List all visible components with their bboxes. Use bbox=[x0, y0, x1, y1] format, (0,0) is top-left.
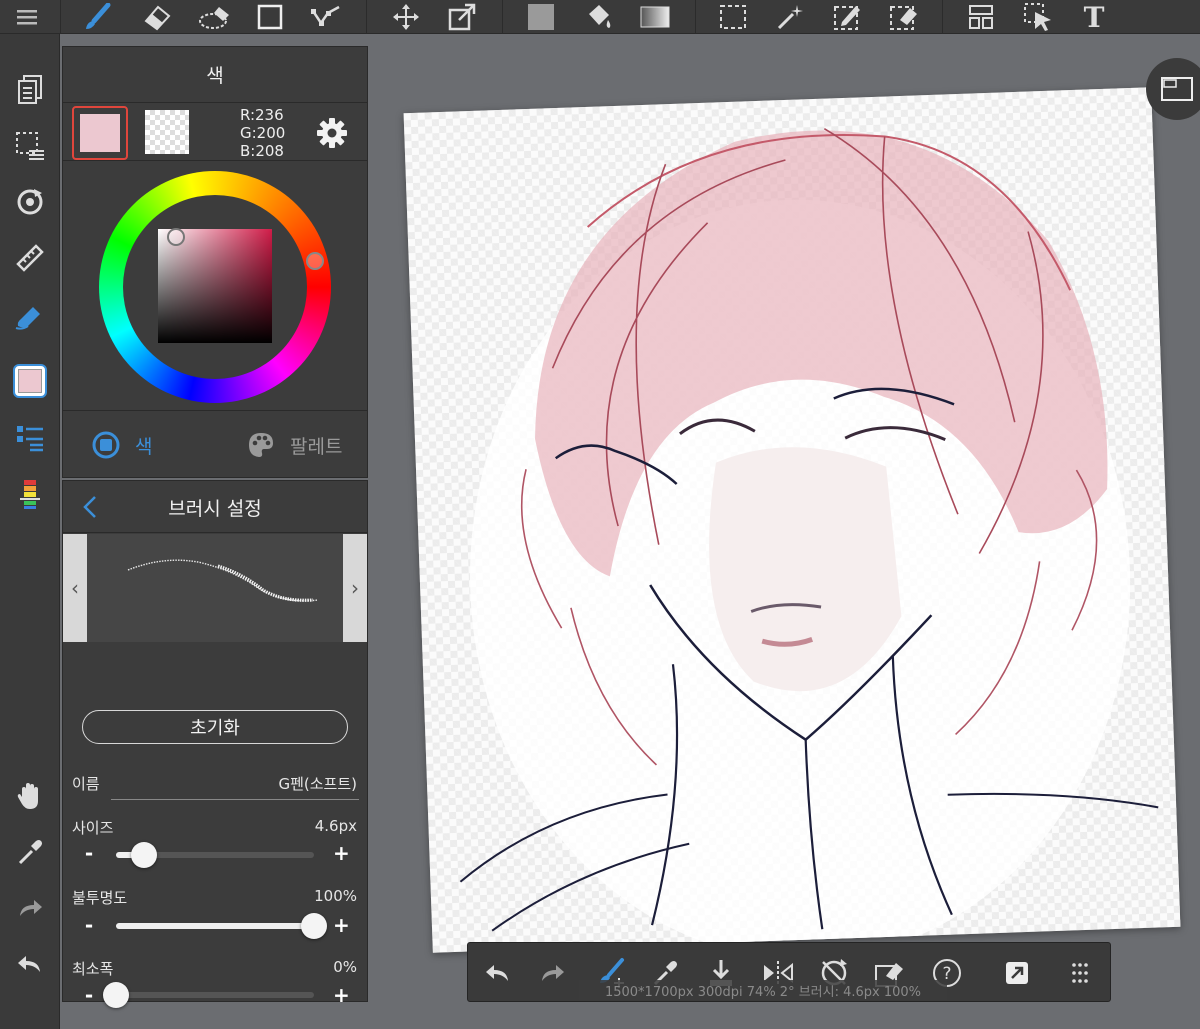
hue-marker[interactable] bbox=[306, 252, 324, 270]
name-label: 이름 bbox=[72, 775, 100, 793]
select-eraser-icon[interactable] bbox=[886, 2, 920, 32]
undo-icon[interactable] bbox=[478, 953, 518, 993]
opacity-minus-button[interactable]: - bbox=[81, 913, 97, 937]
gear-icon[interactable] bbox=[315, 116, 349, 150]
min-width-slider[interactable] bbox=[103, 982, 314, 1008]
opacity-plus-button[interactable]: + bbox=[333, 913, 350, 937]
opacity-slider-knob[interactable] bbox=[301, 913, 327, 939]
reset-button[interactable]: 초기화 bbox=[82, 710, 348, 744]
size-minus-button[interactable]: - bbox=[81, 841, 97, 865]
hand-icon[interactable] bbox=[10, 776, 50, 816]
min-width-slider-knob[interactable] bbox=[103, 982, 129, 1008]
select-move-icon[interactable] bbox=[1021, 2, 1055, 32]
brush-settings-icon[interactable] bbox=[10, 296, 50, 336]
opacity-label: 불투명도 bbox=[72, 889, 128, 907]
rgb-g: G:200 bbox=[240, 124, 286, 142]
rgb-readout: R:236 G:200 B:208 bbox=[240, 106, 285, 160]
drawing-canvas[interactable] bbox=[403, 87, 1181, 953]
saturation-value-square[interactable] bbox=[158, 229, 272, 343]
fill-rect-icon[interactable] bbox=[524, 2, 558, 32]
prev-brush-icon[interactable]: ‹ bbox=[63, 534, 87, 642]
redo-icon[interactable] bbox=[10, 888, 50, 928]
eraser-icon[interactable] bbox=[140, 2, 174, 32]
selection-menu-icon[interactable] bbox=[10, 126, 50, 166]
magic-wand-icon[interactable] bbox=[773, 2, 807, 32]
select-pen-icon[interactable] bbox=[830, 2, 864, 32]
opacity-slider-fill bbox=[116, 923, 314, 929]
transform-icon[interactable] bbox=[445, 2, 479, 32]
sv-marker[interactable] bbox=[167, 228, 185, 246]
panel-icon[interactable] bbox=[964, 2, 998, 32]
color-swatch-icon[interactable] bbox=[10, 361, 50, 401]
size-slider[interactable] bbox=[116, 842, 314, 868]
bucket-icon[interactable] bbox=[581, 2, 615, 32]
rgb-b: B:208 bbox=[240, 142, 284, 160]
layer-list-icon[interactable] bbox=[10, 418, 50, 458]
tab-color-label: 색 bbox=[135, 435, 153, 458]
rectangle-icon[interactable] bbox=[253, 2, 287, 32]
opacity-slider[interactable] bbox=[116, 913, 327, 939]
min-width-value: 0% bbox=[333, 958, 357, 976]
size-value: 4.6px bbox=[314, 817, 357, 835]
tab-palette-label: 팔레트 bbox=[290, 435, 343, 458]
min-width-minus-button[interactable]: - bbox=[81, 983, 97, 1007]
color-panel-title: 색 bbox=[63, 47, 367, 103]
polyline-icon[interactable] bbox=[309, 2, 343, 32]
ruler-icon[interactable] bbox=[10, 238, 50, 278]
size-slider-knob[interactable] bbox=[130, 842, 157, 868]
eyedropper-icon[interactable] bbox=[10, 832, 50, 872]
left-rail bbox=[0, 34, 60, 1029]
brush-stroke-preview: ‹ › bbox=[63, 534, 367, 642]
blur-icon[interactable] bbox=[197, 2, 231, 32]
palette-strip-icon[interactable] bbox=[10, 474, 50, 514]
divider bbox=[111, 799, 359, 800]
move-icon[interactable] bbox=[389, 2, 423, 32]
swatch-row: R:236 G:200 B:208 bbox=[63, 104, 367, 161]
color-tabs: 색 팔레트 bbox=[63, 410, 367, 478]
rgb-r: R:236 bbox=[240, 106, 284, 124]
rotate-icon[interactable] bbox=[10, 182, 50, 222]
opacity-value: 100% bbox=[314, 887, 357, 905]
artwork-illustration bbox=[459, 127, 1159, 953]
menu-icon[interactable] bbox=[10, 2, 44, 32]
brush-name-value[interactable]: G펜(소프트) bbox=[278, 773, 357, 794]
view-toggle-button[interactable] bbox=[1146, 58, 1200, 120]
back-chevron-icon[interactable] bbox=[79, 493, 103, 521]
grid-dots-icon[interactable] bbox=[1060, 953, 1100, 993]
undo-icon[interactable] bbox=[10, 944, 50, 984]
share-icon[interactable] bbox=[997, 953, 1037, 993]
min-width-label: 최소폭 bbox=[72, 960, 114, 978]
size-plus-button[interactable]: + bbox=[333, 841, 350, 865]
brush-panel-header: 브러시 설정 bbox=[63, 481, 367, 533]
text-icon[interactable]: T bbox=[1077, 1, 1111, 34]
status-bar: 1500*1700px 300dpi 74% 2° 브러시: 4.6px 100… bbox=[579, 980, 947, 1000]
background-color-swatch[interactable] bbox=[145, 110, 189, 154]
brush-panel-title: 브러시 설정 bbox=[168, 497, 262, 520]
size-label: 사이즈 bbox=[72, 819, 114, 837]
color-circle-icon bbox=[92, 431, 120, 459]
tab-palette[interactable]: 팔레트 bbox=[246, 411, 342, 479]
stroke-preview-icon bbox=[127, 559, 319, 602]
color-panel: 색 R:236 G:200 B:208 색 팔레트 bbox=[62, 46, 368, 478]
gradient-icon[interactable] bbox=[638, 2, 672, 32]
brush-settings-panel: 브러시 설정 ‹ › 초기화 이름 G펜(소프트) 사이즈 4.6px - + … bbox=[62, 480, 368, 1008]
foreground-color-swatch[interactable] bbox=[72, 106, 128, 160]
top-toolbar: T bbox=[0, 0, 1200, 34]
brush-icon[interactable] bbox=[80, 2, 114, 32]
layers-icon[interactable] bbox=[10, 69, 50, 109]
tab-color[interactable]: 색 bbox=[91, 411, 152, 479]
min-width-plus-button[interactable]: + bbox=[333, 983, 350, 1007]
redo-icon[interactable] bbox=[532, 953, 572, 993]
view-window-icon bbox=[1161, 77, 1193, 101]
next-brush-icon[interactable]: › bbox=[343, 534, 367, 642]
select-rect-icon[interactable] bbox=[716, 2, 750, 32]
palette-icon bbox=[249, 433, 273, 457]
